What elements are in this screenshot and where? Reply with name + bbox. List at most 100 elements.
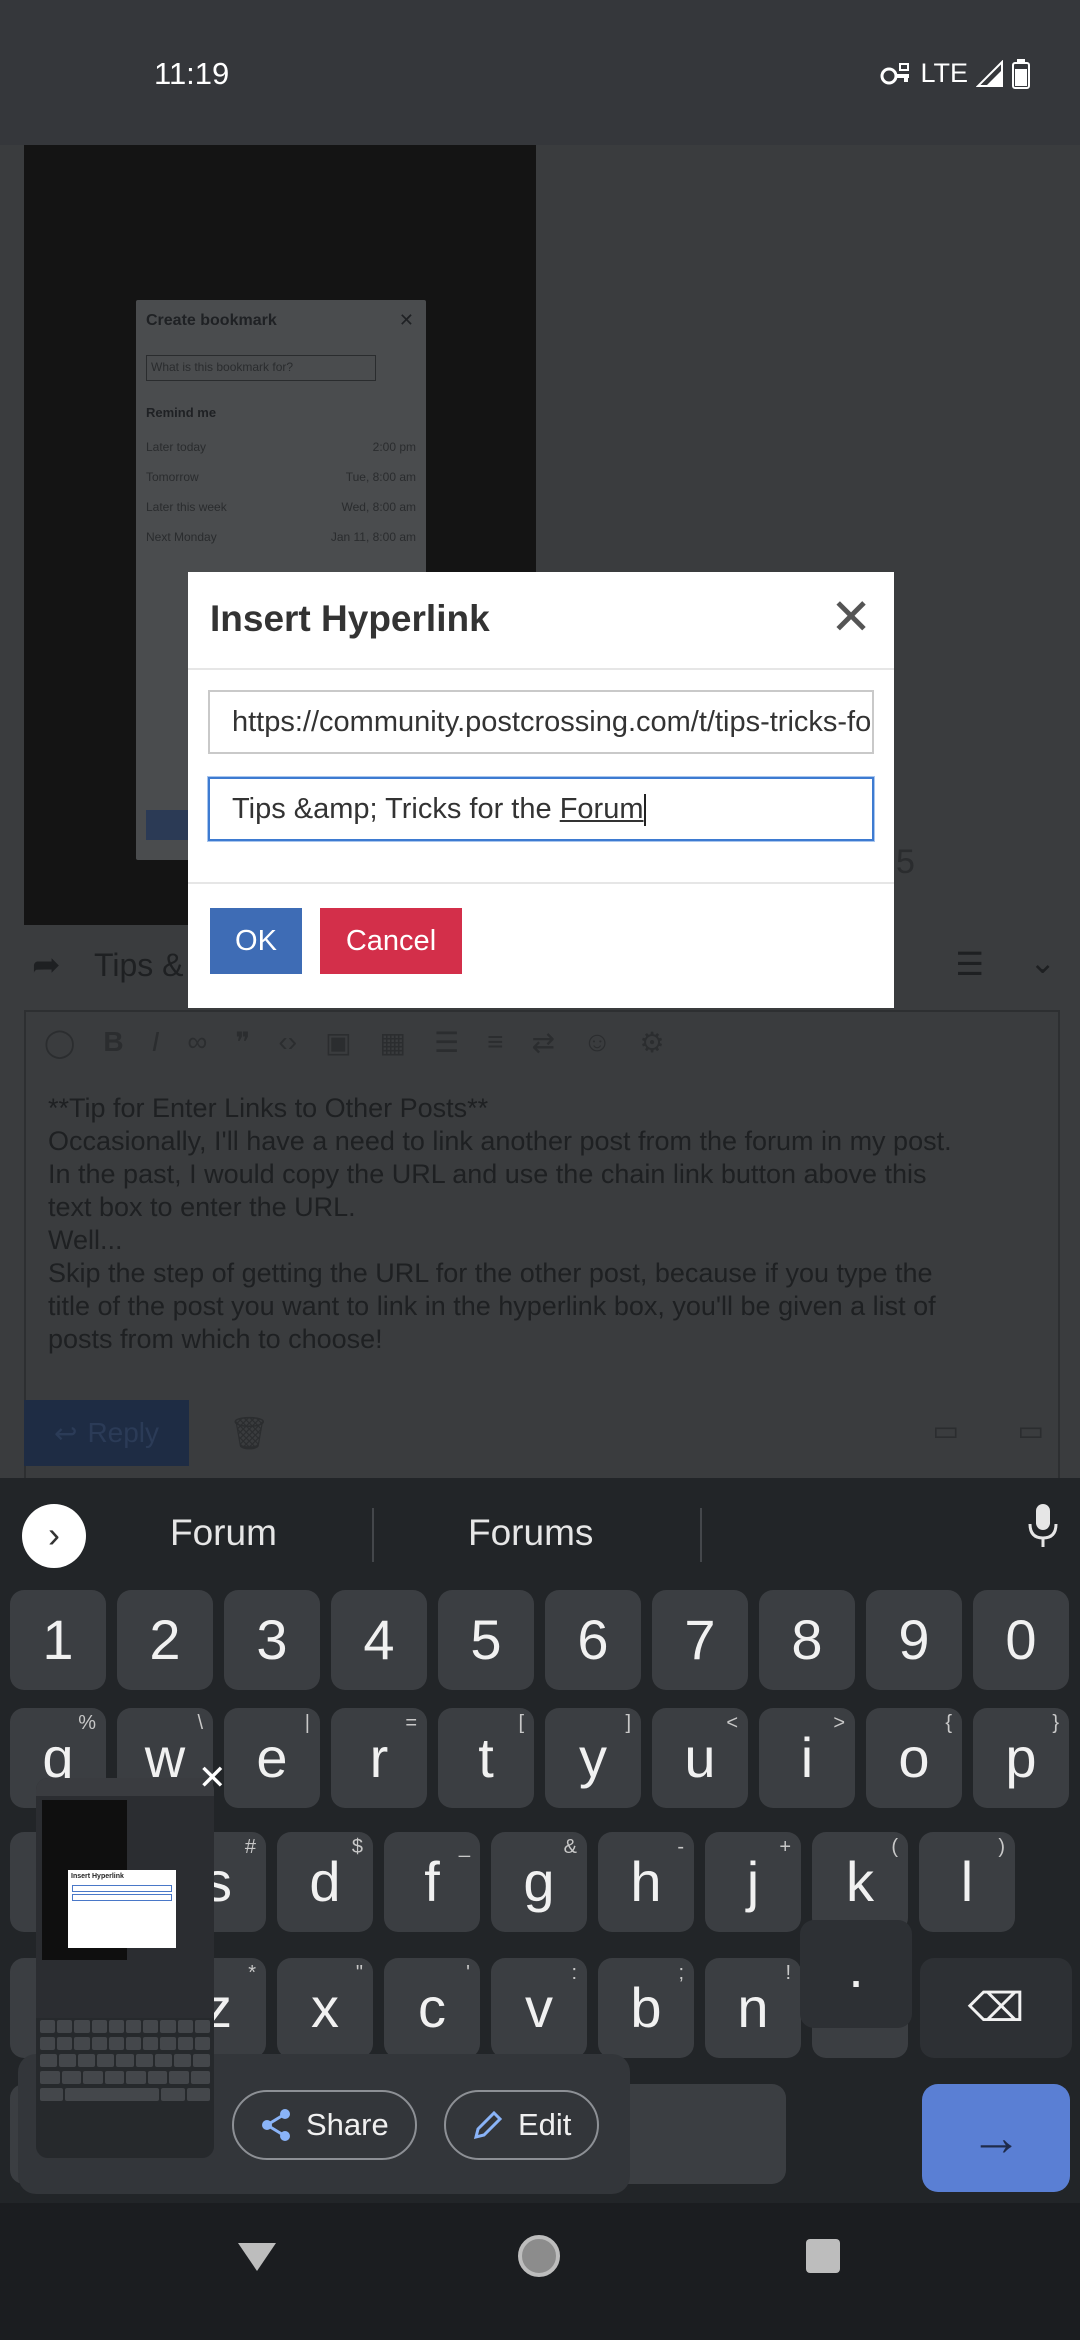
recents-icon[interactable] (806, 2239, 840, 2273)
menu-icon[interactable]: ☰ (955, 945, 984, 983)
code-icon[interactable]: ‹› (278, 1026, 297, 1058)
link-icon[interactable]: ∞ (187, 1026, 207, 1058)
key-7[interactable]: 7 (652, 1590, 748, 1690)
link-url-input[interactable]: https://community.postcrossing.com/t/tip… (208, 690, 874, 754)
key-y[interactable]: y] (545, 1708, 641, 1808)
suggestion-divider (700, 1508, 702, 1562)
key-i[interactable]: i > (759, 1708, 855, 1808)
period-key[interactable]: . (800, 1920, 912, 2028)
remind-option: Later today 2:00 pm (146, 440, 416, 454)
image-icon[interactable]: ▭ (933, 1414, 959, 1447)
key-x[interactable]: x " (277, 1958, 373, 2058)
bold-icon[interactable]: B (103, 1026, 123, 1058)
suggestion-item[interactable]: Forums (468, 1512, 593, 1554)
key-d[interactable]: d $ (277, 1832, 373, 1932)
desktop-icon[interactable]: ▭ (1018, 1414, 1044, 1447)
autocorrect-word: Forum (559, 793, 644, 825)
key-4[interactable]: 4 (331, 1590, 427, 1690)
expand-chevron-icon[interactable]: › (22, 1504, 86, 1568)
key-h[interactable]: h- (598, 1832, 694, 1932)
screen: 11:19 LTE Create bookmark ✕ What is this… (0, 0, 1080, 2340)
key-9[interactable]: 9 (866, 1590, 962, 1690)
emoji-icon[interactable]: ☺ (583, 1026, 612, 1058)
share-button[interactable]: Share (232, 2090, 417, 2160)
key-0[interactable]: 0 (973, 1590, 1069, 1690)
dismiss-preview-close-icon[interactable]: ✕ (198, 1758, 227, 1798)
edit-button[interactable]: Edit (444, 2090, 600, 2160)
signal-icon (976, 59, 1003, 87)
key-j[interactable]: j + (705, 1832, 801, 1932)
key-5[interactable]: 5 (438, 1590, 534, 1690)
edit-label: Edit (518, 2107, 572, 2142)
remind-option: Tomorrow Tue, 8:00 am (146, 470, 416, 484)
number-badge: 5 (896, 843, 915, 881)
reply-button[interactable]: ↩ Reply (24, 1400, 189, 1466)
enter-key[interactable]: → (922, 2084, 1070, 2192)
bookmark-name-field: What is this bookmark for? (146, 355, 376, 381)
blockquote-icon[interactable]: ❞ (235, 1026, 250, 1059)
suggestion-divider (372, 1508, 374, 1562)
key-u[interactable]: u < (652, 1708, 748, 1808)
key-e[interactable]: e | (224, 1708, 320, 1808)
share-icon (262, 2109, 290, 2141)
thumbnail-statusbar (36, 1778, 214, 1796)
reply-arrow-icon: ↩ (53, 1417, 78, 1449)
key-r[interactable]: r = (331, 1708, 427, 1808)
remind-option: Next Monday Jan 11, 8:00 am (146, 530, 416, 544)
thumbnail-keyboard (36, 2018, 214, 2158)
link-text-input[interactable]: Tips &amp; Tricks for the Forum (208, 777, 874, 841)
key-2[interactable]: 2 (117, 1590, 213, 1690)
gear-icon[interactable]: ⚙ (640, 1026, 665, 1059)
text-cursor (644, 794, 647, 827)
key-g[interactable]: g & (491, 1832, 587, 1932)
cancel-button[interactable]: Cancel (320, 908, 462, 974)
editor-textarea[interactable]: **Tip for Enter Links to Other Posts** O… (48, 1092, 1038, 1356)
key-l[interactable]: l) (919, 1832, 1015, 1932)
chevron-down-icon[interactable]: ⌄ (1029, 943, 1056, 981)
numbered-list-icon[interactable]: ≡ (487, 1026, 503, 1058)
key-3[interactable]: 3 (224, 1590, 320, 1690)
grid-icon[interactable]: ▦ (380, 1026, 406, 1059)
key-6[interactable]: 6 (545, 1590, 641, 1690)
navigation-bar (0, 2203, 1080, 2340)
trash-icon[interactable]: 🗑 (229, 1414, 270, 1452)
reply-arrow-icon: ➦ (32, 946, 61, 984)
key-8[interactable]: 8 (759, 1590, 855, 1690)
key-b[interactable]: b; (598, 1958, 694, 2058)
suggestion-item[interactable]: Forum (170, 1512, 277, 1554)
backspace-key[interactable]: ⌫ (920, 1958, 1072, 2058)
key-p[interactable]: p} (973, 1708, 1069, 1808)
thumbnail-dialog: Insert Hyperlink (68, 1870, 176, 1948)
back-icon[interactable] (238, 2243, 276, 2271)
vpn-key-icon (880, 62, 910, 84)
editor-toolbar: ◯ B I ∞ ❞ ‹› ▣ ▦ ☰ ≡ ⇄ ☺ ⚙ (26, 1012, 1058, 1072)
image-upload-icon[interactable]: ▣ (325, 1026, 351, 1059)
ok-button[interactable]: OK (210, 908, 302, 974)
status-icons: LTE (880, 58, 1030, 89)
microphone-icon[interactable] (1028, 1504, 1058, 1548)
screenshot-thumbnail[interactable]: Insert Hyperlink (36, 1778, 214, 2158)
key-v[interactable]: v: (491, 1958, 587, 2058)
close-icon: ✕ (398, 310, 414, 330)
quote-icon[interactable]: ◯ (44, 1026, 75, 1059)
thumbnail-field (72, 1894, 172, 1901)
swap-icon[interactable]: ⇄ (531, 1026, 554, 1059)
key-c[interactable]: c ' (384, 1958, 480, 2058)
italic-icon[interactable]: I (152, 1026, 160, 1058)
key-k[interactable]: k( (812, 1832, 908, 1932)
key-o[interactable]: o{ (866, 1708, 962, 1808)
key-f[interactable]: f _ (384, 1832, 480, 1932)
close-icon[interactable]: ✕ (830, 592, 872, 642)
key-1[interactable]: 1 (10, 1590, 106, 1690)
remind-option: Later this week Wed, 8:00 am (146, 500, 416, 514)
remind-label: Remind me (146, 405, 217, 420)
dialog-header: Insert Hyperlink ✕ (188, 572, 894, 670)
dialog-footer: OK Cancel (188, 882, 894, 1008)
bullet-list-icon[interactable]: ☰ (434, 1026, 459, 1059)
insert-hyperlink-dialog: Insert Hyperlink ✕ https://community.pos… (188, 572, 894, 1008)
key-t[interactable]: t[ (438, 1708, 534, 1808)
home-icon[interactable] (518, 2235, 560, 2277)
key-n[interactable]: n! (705, 1958, 801, 2058)
bookmark-modal-title: Create bookmark (146, 312, 277, 329)
pencil-icon (473, 2110, 503, 2140)
